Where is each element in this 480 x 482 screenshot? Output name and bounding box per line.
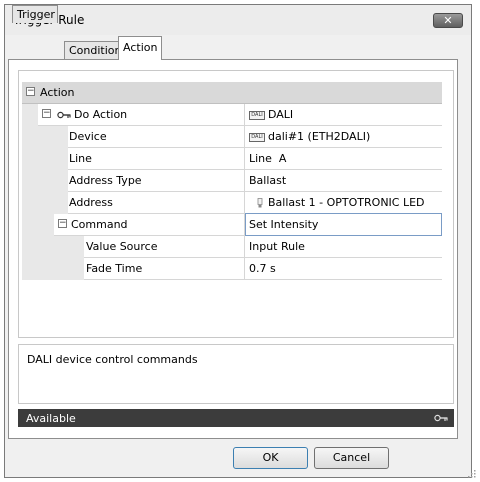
- tab-condition-label: Condition: [69, 44, 122, 57]
- grid-value-fade-time: 0.7 s: [249, 262, 276, 275]
- cancel-button[interactable]: Cancel: [314, 447, 389, 469]
- collapse-icon[interactable]: −: [58, 219, 67, 228]
- grid-label-device: Device: [69, 130, 107, 143]
- description-panel: DALI device control commands: [18, 344, 454, 404]
- ok-button[interactable]: OK: [233, 447, 308, 469]
- close-icon: ✕: [443, 14, 453, 27]
- grid-value-address: Ballast 1 - OPTOTRONIC LED: [268, 196, 425, 209]
- category-row-action[interactable]: − Action: [22, 82, 442, 104]
- dali-icon: DALI: [249, 132, 265, 142]
- lamp-icon: [257, 198, 263, 208]
- grid-value-line: Line A: [249, 152, 287, 165]
- grid-row-command[interactable]: − Command Set Intensity: [22, 213, 442, 236]
- status-text: Available: [26, 412, 76, 425]
- title-bar: Trigger Rule ✕: [5, 5, 471, 35]
- grid-row-address[interactable]: Address Ballast 1 - OPTOTRONIC LED: [22, 192, 442, 214]
- grid-value-value-source: Input Rule: [249, 240, 305, 253]
- grid-value-address-type: Ballast: [249, 174, 287, 187]
- grid-row-fade-time[interactable]: Fade Time 0.7 s: [22, 258, 442, 280]
- tab-condition[interactable]: Condition: [64, 41, 122, 59]
- grid-row-device[interactable]: Device DALI dali#1 (ETH2DALI): [22, 126, 442, 148]
- tab-trigger-label: Trigger: [17, 8, 55, 21]
- grid-value-command: Set Intensity: [249, 218, 319, 231]
- grid-label-value-source: Value Source: [86, 240, 158, 253]
- dali-icon: DALI: [249, 110, 265, 120]
- grid-row-value-source[interactable]: Value Source Input Rule: [22, 236, 442, 258]
- description-text: DALI device control commands: [27, 353, 198, 366]
- tab-action[interactable]: Action: [118, 36, 162, 60]
- grid-row-line[interactable]: Line Line A: [22, 148, 442, 170]
- status-bar: Available: [18, 409, 454, 427]
- tab-trigger[interactable]: Trigger: [12, 5, 58, 23]
- grid-label-line: Line: [69, 152, 92, 165]
- grid-label-address: Address: [69, 196, 113, 209]
- grid-row-address-type[interactable]: Address Type Ballast: [22, 170, 442, 192]
- grid-value-do-action: DALI: [268, 108, 294, 121]
- key-icon: [434, 414, 448, 422]
- collapse-icon[interactable]: −: [26, 87, 35, 96]
- collapse-icon[interactable]: −: [42, 109, 51, 118]
- grid-label-command: Command: [71, 218, 128, 231]
- resize-grip-icon[interactable]: [466, 468, 476, 478]
- category-label: Action: [40, 86, 75, 99]
- grid-label-address-type: Address Type: [69, 174, 142, 187]
- grid-row-do-action[interactable]: − Do Action DALI DALI: [22, 104, 442, 126]
- close-button[interactable]: ✕: [433, 13, 463, 28]
- grid-value-device: dali#1 (ETH2DALI): [268, 130, 371, 143]
- grid-label-do-action: Do Action: [74, 108, 128, 121]
- grid-label-fade-time: Fade Time: [86, 262, 143, 275]
- tab-action-label: Action: [123, 41, 158, 54]
- key-icon: [57, 111, 71, 119]
